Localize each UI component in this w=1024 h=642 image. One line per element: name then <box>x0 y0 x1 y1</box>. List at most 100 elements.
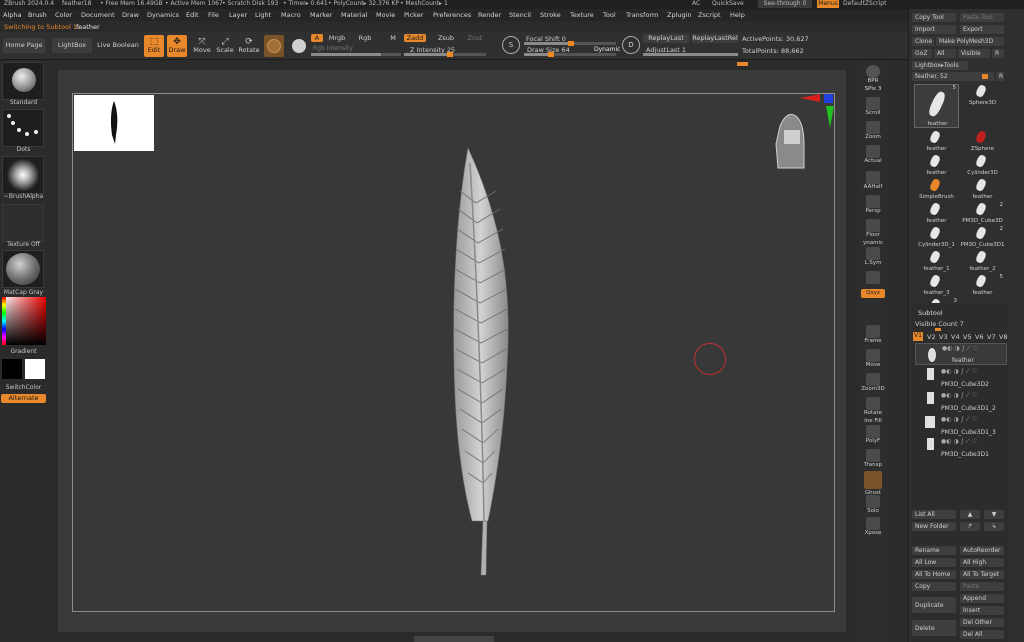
subtool-header[interactable]: Subtool <box>918 309 943 317</box>
axis-button[interactable] <box>860 300 886 322</box>
current-tool-slider[interactable]: feather. 52 <box>912 72 994 81</box>
rgb-toggle[interactable]: Rgb <box>357 34 373 42</box>
del-other-button[interactable]: Del Other <box>960 618 1004 627</box>
menu-tool[interactable]: Tool <box>603 11 616 19</box>
xpose-button[interactable]: Xpose <box>860 516 886 538</box>
scale-button[interactable]: ⤢ Scale <box>215 35 235 57</box>
menu-render[interactable]: Render <box>478 11 501 19</box>
menu-texture[interactable]: Texture <box>570 11 594 19</box>
subtool-toggles[interactable]: ●◐ ◑ ∫ ⟋ ♡ <box>941 392 977 400</box>
import-button[interactable]: Import <box>912 25 956 34</box>
menu-zplugin[interactable]: Zplugin <box>667 11 692 19</box>
move-view-button[interactable]: Move <box>860 348 886 370</box>
focal-shift-slider[interactable] <box>524 41 616 46</box>
paste-tool-button[interactable]: Paste Tool <box>960 13 1004 22</box>
all-to-home-button[interactable]: All To Home <box>912 570 956 579</box>
tool-slot[interactable]: feather_3 <box>914 273 959 296</box>
tool-slot[interactable]: feather <box>960 177 1005 200</box>
live-boolean-button[interactable]: Live Boolean <box>95 38 141 53</box>
export-button[interactable]: Export <box>960 25 1004 34</box>
all-high-button[interactable]: All High <box>960 558 1004 567</box>
menu-document[interactable]: Document <box>81 11 115 19</box>
draw-button[interactable]: ✥ Draw <box>167 35 187 57</box>
color-picker[interactable] <box>2 297 46 345</box>
menu-draw[interactable]: Draw <box>122 11 139 19</box>
bpr-button[interactable]: BPR <box>860 64 886 86</box>
visible-count-slider[interactable]: Visible Count 7 <box>915 320 964 328</box>
polyf-button[interactable]: PolyF <box>860 424 886 446</box>
hue-strip[interactable] <box>2 297 6 345</box>
texture-button[interactable] <box>2 204 44 242</box>
arrow-up-icon[interactable]: ↱ <box>960 522 980 531</box>
goz-visible-button[interactable]: Visible <box>958 49 990 58</box>
switchcolor-button[interactable]: SwitchColor <box>0 384 47 391</box>
menu-help[interactable]: Help <box>730 11 745 19</box>
replaylast-button[interactable]: ReplayLast <box>643 34 689 43</box>
a-toggle[interactable]: A <box>311 34 323 42</box>
del-all-button[interactable]: Del All <box>960 630 1004 639</box>
quicksave-button[interactable]: QuickSave <box>712 0 744 7</box>
tab-v5[interactable]: V5 <box>963 333 972 341</box>
ghost-button[interactable] <box>860 470 886 492</box>
zcut-toggle[interactable]: Zcut <box>466 34 484 42</box>
goz-r-button[interactable]: R <box>992 49 1004 58</box>
menu-brush[interactable]: Brush <box>28 11 47 19</box>
list-all-button[interactable]: List All <box>912 510 956 519</box>
tool-slot[interactable]: feather <box>914 201 959 224</box>
subtool-toggles[interactable]: ●◐ ◑ ∫ ⟋ ♡ <box>941 438 977 446</box>
adjustlast-slider[interactable] <box>643 53 738 56</box>
material-swatch-button[interactable] <box>264 35 284 57</box>
dots-stroke-button[interactable] <box>2 109 44 147</box>
spix-slider[interactable]: SPix 3 <box>860 86 886 94</box>
new-folder-button[interactable]: New Folder <box>912 522 956 531</box>
tab-v6[interactable]: V6 <box>975 333 984 341</box>
tool-slot[interactable]: Sphere3D <box>960 83 1005 106</box>
feather-mesh[interactable] <box>440 143 530 578</box>
tool-slot[interactable]: feather_1 <box>914 249 959 272</box>
tool-slot[interactable]: Cylinder3D <box>960 153 1005 176</box>
copy-button[interactable]: Copy <box>912 582 956 591</box>
tool-slot[interactable]: PM3D_Cube3D1 2 <box>960 225 1005 248</box>
menu-zscript[interactable]: Zscript <box>698 11 721 19</box>
m-toggle[interactable]: M <box>388 34 398 42</box>
alternate-button[interactable]: Alternate <box>1 394 46 403</box>
zoom3d-button[interactable]: Zoom3D <box>860 372 886 394</box>
append-button[interactable]: Append <box>960 594 1004 603</box>
zoom-button[interactable]: Zoom <box>860 120 886 142</box>
menu-file[interactable]: File <box>208 11 219 19</box>
duplicate-button[interactable]: Duplicate <box>912 597 956 613</box>
subtool-toggles[interactable]: ●◐ ◑ ∫ ⟋ ♡ <box>942 345 978 353</box>
gradient-label[interactable]: Gradient <box>0 348 47 355</box>
move-up-icon[interactable]: ▲ <box>960 510 980 519</box>
dynamic-label[interactable]: Dynamic <box>594 46 620 53</box>
copy-tool-button[interactable]: Copy Tool <box>912 13 956 22</box>
menu-alpha[interactable]: Alpha <box>3 11 21 19</box>
menu-stroke[interactable]: Stroke <box>540 11 561 19</box>
menu-stencil[interactable]: Stencil <box>509 11 531 19</box>
shelf-expand-handle[interactable] <box>737 62 748 66</box>
home-page-button[interactable]: Home Page <box>3 38 45 53</box>
slider-r-button[interactable]: R <box>996 72 1004 81</box>
rgb-intensity-slider[interactable] <box>311 53 401 56</box>
tool-slot[interactable]: ZSphere <box>960 129 1005 152</box>
brush-alpha-button[interactable] <box>2 156 44 194</box>
draw-size-slider[interactable] <box>524 52 616 57</box>
arrow-down-icon[interactable]: ↳ <box>984 522 1004 531</box>
menu-preferences[interactable]: Preferences <box>433 11 471 19</box>
actual-button[interactable]: Actual <box>860 144 886 166</box>
menu-color[interactable]: Color <box>55 11 72 19</box>
lightbox-tools-button[interactable]: Lightbox▸Tools <box>912 61 968 70</box>
lsym-button[interactable]: L.Sym <box>860 246 886 268</box>
navigator-thumbnail[interactable] <box>74 95 154 151</box>
menu-macro[interactable]: Macro <box>281 11 301 19</box>
spotlight-button[interactable] <box>289 35 309 57</box>
tool-slot[interactable]: PM3D_Cube3D 2 <box>960 201 1005 224</box>
tab-v3[interactable]: V3 <box>939 333 948 341</box>
solo-button[interactable]: Solo <box>860 494 886 516</box>
menu-edit[interactable]: Edit <box>186 11 199 19</box>
qxyz-button[interactable]: Qxyz <box>861 289 885 298</box>
tab-v4[interactable]: V4 <box>951 333 960 341</box>
move-button[interactable]: ⤧ Move <box>192 35 212 57</box>
frame-button[interactable]: Frame <box>860 324 886 346</box>
tab-v2[interactable]: V2 <box>927 333 936 341</box>
